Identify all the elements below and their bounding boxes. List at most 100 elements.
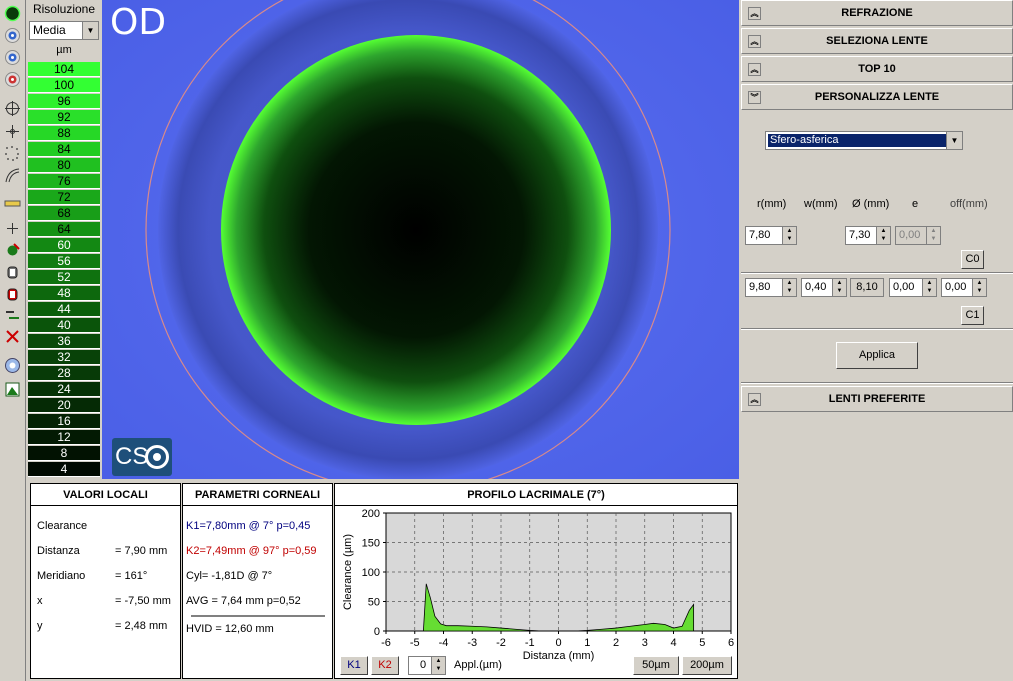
apply-button[interactable]: Applica [836, 342, 918, 369]
spin-arrows-icon[interactable]: ▲ ▼ [876, 227, 890, 244]
green-dot-icon[interactable] [3, 4, 22, 23]
center-icon[interactable] [3, 219, 22, 238]
local-value-key: Meridiano [37, 570, 86, 582]
scale-band: 104 [28, 62, 100, 77]
y-tick-label: 150 [362, 538, 380, 550]
lens-icon[interactable] [3, 356, 22, 375]
x-tick-label: -1 [525, 637, 535, 649]
c1-diameter-value: 8,10 [850, 278, 884, 297]
c1-e-value: 0,00 [893, 281, 915, 293]
section-lenti-preferite[interactable]: ︽ LENTI PREFERITE [741, 386, 1013, 412]
scale-band: 24 [28, 382, 100, 397]
local-value-key: Clearance [37, 520, 88, 532]
left-toolbar [0, 0, 26, 681]
eye-icon-3[interactable] [3, 70, 22, 89]
resolution-select[interactable]: Media ▼ [29, 21, 99, 40]
scale-band: 48 [28, 286, 100, 301]
eye-icon-2[interactable] [3, 48, 22, 67]
c0-r-input[interactable]: 7,80 ▲ ▼ [745, 226, 797, 245]
lens-type-value: Sfero-asferica [768, 134, 946, 147]
x-axis-label: Distanza (mm) [523, 650, 595, 662]
chevron-up-icon[interactable]: ︽ [748, 63, 761, 76]
delete-icon[interactable] [3, 327, 22, 346]
spin-arrows-icon[interactable]: ▲ ▼ [431, 657, 445, 674]
chevron-down-icon[interactable]: ▼ [82, 22, 98, 39]
local-value-key: y [37, 620, 43, 632]
y-tick-label: 0 [374, 626, 380, 638]
c0-button[interactable]: C0 [961, 250, 984, 269]
hand-icon[interactable] [3, 262, 22, 281]
scale-200-button[interactable]: 200µm [682, 656, 732, 675]
c1-button[interactable]: C1 [961, 306, 984, 325]
arc-icon[interactable] [3, 166, 22, 185]
parametri-corneali-panel: PARAMETRI CORNEALI K1=7,80mm @ 7° p=0,45… [182, 483, 333, 679]
spin-arrows-icon[interactable]: ▲ ▼ [922, 279, 936, 296]
scale-band: 20 [28, 398, 100, 413]
c1-off-value: 0,00 [945, 281, 967, 293]
x-tick-label: 2 [613, 637, 619, 649]
hand-red-icon[interactable] [3, 284, 22, 303]
section-top-10[interactable]: ︽ TOP 10 [741, 56, 1013, 82]
spin-arrows-icon[interactable]: ▲ ▼ [782, 227, 796, 244]
diagram-icon[interactable] [3, 380, 22, 399]
eye-image [102, 0, 739, 479]
fluorescein-image[interactable]: OD CS [102, 0, 739, 479]
x-tick-label: -6 [381, 637, 391, 649]
x-tick-label: 6 [728, 637, 734, 649]
scale-band: 72 [28, 190, 100, 205]
tilt-icon[interactable] [3, 306, 22, 325]
thickness-scale: Risoluzione Media ▼ µm 104 100 96 92 88 84 80 7… [28, 0, 100, 480]
section-refrazione[interactable]: ︽ REFRAZIONE [741, 0, 1013, 26]
x-tick-label: 3 [642, 637, 648, 649]
avg-value: AVG = 7,64 mm p=0,52 [186, 595, 301, 607]
green-marker-icon[interactable] [3, 241, 22, 260]
c1-off-input[interactable]: 0,00 ▲ ▼ [941, 278, 987, 297]
spin-arrows-icon[interactable]: ▲ ▼ [782, 279, 796, 296]
y-tick-label: 100 [362, 567, 380, 579]
spin-arrows-icon[interactable]: ▲ ▼ [972, 279, 986, 296]
crosshair-icon[interactable] [3, 99, 22, 118]
chevron-up-icon[interactable]: ︽ [748, 7, 761, 20]
c1-w-input[interactable]: 0,40 ▲ ▼ [801, 278, 847, 297]
y-tick-label: 50 [368, 597, 380, 609]
x-tick-label: 4 [670, 637, 676, 649]
divider [191, 615, 325, 617]
panel-title: PARAMETRI CORNEALI [183, 484, 332, 506]
spin-arrows-icon[interactable]: ▲ ▼ [832, 279, 846, 296]
section-seleziona-lente[interactable]: ︽ SELEZIONA LENTE [741, 28, 1013, 54]
section-personalizza-lente[interactable]: ︾ PERSONALIZZA LENTE [741, 84, 1013, 110]
scale-50-button[interactable]: 50µm [633, 656, 679, 675]
c1-e-input[interactable]: 0,00 ▲ ▼ [889, 278, 937, 297]
eye-icon-1[interactable] [3, 26, 22, 45]
right-panel: ︽ REFRAZIONE ︽ SELEZIONA LENTE ︽ TOP 10 … [741, 0, 1013, 681]
chevron-up-icon[interactable]: ︽ [748, 393, 761, 406]
move-icon[interactable] [3, 122, 22, 141]
scale-band: 80 [28, 158, 100, 173]
chevron-down-icon[interactable]: ︾ [748, 91, 761, 104]
scale-band: 12 [28, 430, 100, 445]
k2-button[interactable]: K2 [371, 656, 399, 675]
c0-e-input: 0,00 ▲ ▼ [895, 226, 941, 245]
eye-logo-icon [145, 445, 169, 469]
c1-r-value: 9,80 [749, 281, 771, 293]
resolution-value: Media [33, 23, 66, 37]
section-title: TOP 10 [858, 63, 896, 75]
ruler-icon[interactable] [3, 194, 22, 213]
lens-type-select[interactable]: Sfero-asferica ▼ [765, 131, 963, 150]
k2-value: K2=7,49mm @ 97° p=0,59 [186, 545, 317, 557]
dots-icon[interactable] [3, 144, 22, 163]
panel-title: PROFILO LACRIMALE (7°) [335, 484, 737, 506]
eye-label: OD [110, 2, 167, 43]
scale-band: 52 [28, 270, 100, 285]
x-tick-label: -2 [496, 637, 506, 649]
appl-input[interactable]: 0 ▲ ▼ [408, 656, 446, 675]
c1-w-value: 0,40 [805, 281, 827, 293]
k1-button[interactable]: K1 [340, 656, 368, 675]
chevron-up-icon[interactable]: ︽ [748, 35, 761, 48]
chevron-down-icon[interactable]: ▼ [946, 132, 962, 149]
c0-r-value: 7,80 [749, 229, 771, 241]
c0-diameter-input[interactable]: 7,30 ▲ ▼ [845, 226, 891, 245]
x-tick-label: 1 [584, 637, 590, 649]
scale-band: 44 [28, 302, 100, 317]
c1-r-input[interactable]: 9,80 ▲ ▼ [745, 278, 797, 297]
